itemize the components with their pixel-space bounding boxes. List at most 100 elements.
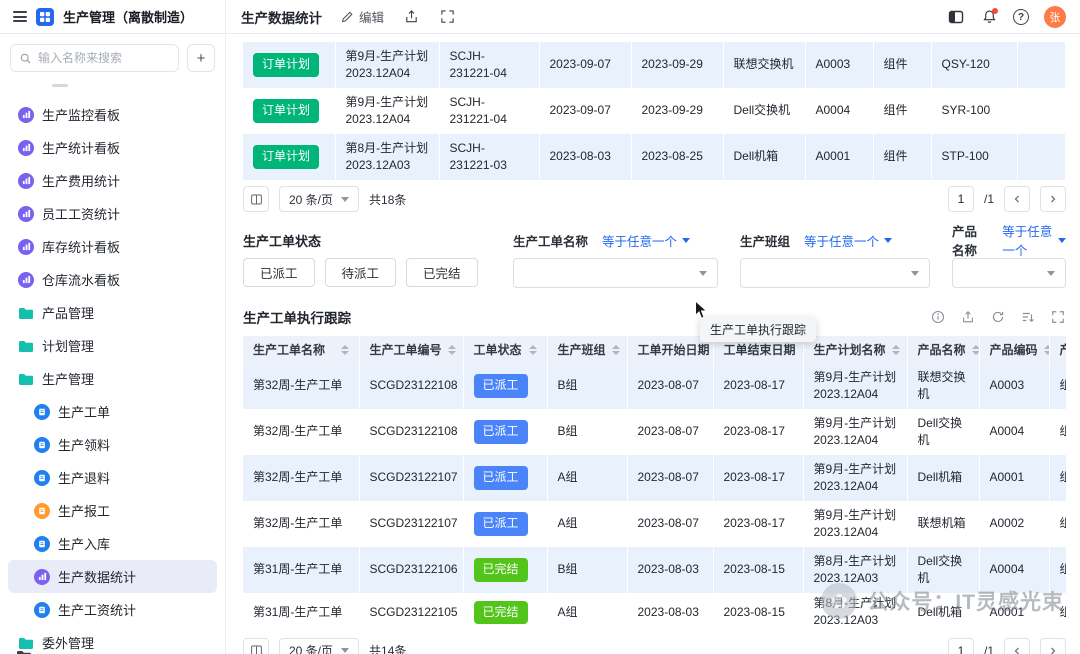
sort-icon[interactable] [796,345,803,355]
fullscreen-icon[interactable] [1050,309,1066,325]
help-icon[interactable]: ? [1013,9,1029,25]
user-avatar[interactable]: 张 [1044,6,1066,28]
sidebar-folder-outsourcing-management[interactable]: 委外管理 [8,626,217,654]
sort-icon[interactable] [1038,345,1049,355]
next-page-button[interactable] [1040,186,1066,212]
table-row[interactable]: 第32周-生产工单 SCGD23122107 已派工 A组 2023-08-07… [243,501,1066,547]
status-filter-assigned-button[interactable]: 已派工 [243,258,315,287]
prev-page-button[interactable] [1004,186,1030,212]
column-header-order-name[interactable]: 生产工单名称 [243,336,359,363]
hamburger-menu-icon[interactable] [13,8,27,24]
page-size-select[interactable]: 20 条/页 [279,638,359,654]
cell-type: 组件 [1049,409,1066,455]
cell-start-date: 2023-08-07 [627,455,713,501]
column-header-product-type[interactable]: 产品类型 [1049,336,1066,363]
search-input[interactable] [38,51,170,65]
filter-operator-dropdown[interactable]: 等于任意一个 [602,231,690,250]
filter-value-select[interactable] [740,258,930,288]
current-page[interactable]: 1 [948,186,974,212]
filter-operator-dropdown[interactable]: 等于任意一个 [804,231,892,250]
sidebar-folder-plan-management[interactable]: 计划管理 [8,329,217,362]
tracking-table-wrap: 生产工单名称 生产工单编号 工单状态 生产班组 工单开始日期 工单结束日期 生产… [243,336,1066,632]
current-page[interactable]: 1 [948,638,974,654]
partial-sidebar-item-icon[interactable] [16,649,32,654]
cell-order-name: 第32周-生产工单 [243,455,359,501]
sort-icon[interactable] [523,345,537,355]
folder-icon [18,636,34,650]
filter-value-select[interactable] [513,258,718,288]
page-size-select[interactable]: 20 条/页 [279,186,359,212]
folder-icon [18,306,34,320]
sidebar-item-warehouse-flow-board[interactable]: 仓库流水看板 [8,263,217,296]
sidebar-item-production-stats-board[interactable]: 生产统计看板 [8,131,217,164]
table-row[interactable]: 订单计划 第9月-生产计划 2023.12A04 SCJH-231221-04 … [243,88,1066,134]
column-header-team[interactable]: 生产班组 [547,336,627,363]
cell-product-code: A0004 [979,409,1049,455]
table-row[interactable]: 第31周-生产工单 SCGD23122106 已完结 B组 2023-08-03… [243,547,1066,593]
edit-button[interactable]: 编辑 [340,7,384,26]
column-header-status[interactable]: 工单状态 [463,336,547,363]
sidebar-item-production-work-report[interactable]: 生产报工 [8,494,217,527]
notification-bell-icon[interactable] [980,8,998,26]
next-page-button[interactable] [1040,638,1066,654]
info-icon[interactable] [930,309,946,325]
cell-plan-name: 第8月-生产计划 2023.12A03 [803,547,907,593]
sidebar-item-production-monitor-board[interactable]: 生产监控看板 [8,98,217,131]
sort-icon[interactable] [606,345,620,355]
refresh-icon[interactable] [990,309,1006,325]
column-settings-icon[interactable] [243,186,269,212]
sort-icon[interactable] [442,345,456,355]
add-button[interactable]: + [187,44,215,72]
column-settings-icon[interactable] [243,638,269,654]
document-icon [34,437,50,453]
sort-icon[interactable] [886,345,900,355]
sort-icon[interactable] [710,345,713,355]
tracking-table-pagination: 20 条/页 共14条 1 /1 [243,632,1066,654]
sidebar-search[interactable] [10,44,179,72]
document-icon [34,602,50,618]
sort-icon[interactable] [335,345,349,355]
sidebar-item-production-material-return[interactable]: 生产退料 [8,461,217,494]
table-row[interactable]: 第32周-生产工单 SCGD23122107 已派工 A组 2023-08-07… [243,455,1066,501]
prev-page-button[interactable] [1004,638,1030,654]
sidebar-item-label: 生产管理 [42,369,94,388]
status-filter-pending-button[interactable]: 待派工 [325,258,397,287]
table-row[interactable]: 第32周-生产工单 SCGD23122108 已派工 B组 2023-08-07… [243,363,1066,409]
sidebar-item-production-material-pick[interactable]: 生产领料 [8,428,217,461]
document-icon [34,536,50,552]
sidebar-item-production-work-order[interactable]: 生产工单 [8,395,217,428]
sidebar-item-production-inbound[interactable]: 生产入库 [8,527,217,560]
status-filter-finished-button[interactable]: 已完结 [406,258,478,287]
share-icon[interactable] [402,8,420,26]
sort-icon[interactable] [966,345,979,355]
table-row[interactable]: 订单计划 第8月-生产计划 2023.12A03 SCJH-231221-03 … [243,134,1066,180]
sidebar-item-production-cost-stats[interactable]: 生产费用统计 [8,164,217,197]
sidebar-folder-product-management[interactable]: 产品管理 [8,296,217,329]
column-header-product-code[interactable]: 产品编码 [979,336,1049,363]
column-header-order-code[interactable]: 生产工单编号 [359,336,463,363]
cell-end-date: 2023-08-17 [713,455,803,501]
cell-start-date: 2023-09-07 [539,88,631,134]
cell-status: 已完结 [463,547,547,593]
table-row[interactable]: 订单计划 第9月-生产计划 2023.12A04 SCJH-231221-04 … [243,42,1066,88]
table-row[interactable]: 第31周-生产工单 SCGD23122105 已完结 A组 2023-08-03… [243,593,1066,632]
column-header-plan-name[interactable]: 生产计划名称 [803,336,907,363]
column-header-product-name[interactable]: 产品名称 [907,336,979,363]
cell-empty [1017,134,1066,180]
cell-plan-name: 第9月-生产计划 2023.12A04 [803,409,907,455]
sidebar-item-inventory-stats-board[interactable]: 库存统计看板 [8,230,217,263]
sidebar-item-employee-salary-stats[interactable]: 员工工资统计 [8,197,217,230]
sort-settings-icon[interactable] [1020,309,1036,325]
export-icon[interactable] [960,309,976,325]
fullscreen-icon[interactable] [438,8,456,26]
chevron-down-icon [1058,238,1066,243]
panel-toggle-icon[interactable] [947,8,965,26]
filter-value-select[interactable] [952,258,1066,288]
sidebar-folder-production-management[interactable]: 生产管理 [8,362,217,395]
sidebar-item-production-data-stats[interactable]: 生产数据统计 [8,560,217,593]
cell-start-date: 2023-08-07 [627,409,713,455]
filter-operator-dropdown[interactable]: 等于任意一个 [1002,221,1066,259]
notification-badge [992,8,998,14]
sidebar-item-production-salary-stats[interactable]: 生产工资统计 [8,593,217,626]
table-row[interactable]: 第32周-生产工单 SCGD23122108 已派工 B组 2023-08-07… [243,409,1066,455]
